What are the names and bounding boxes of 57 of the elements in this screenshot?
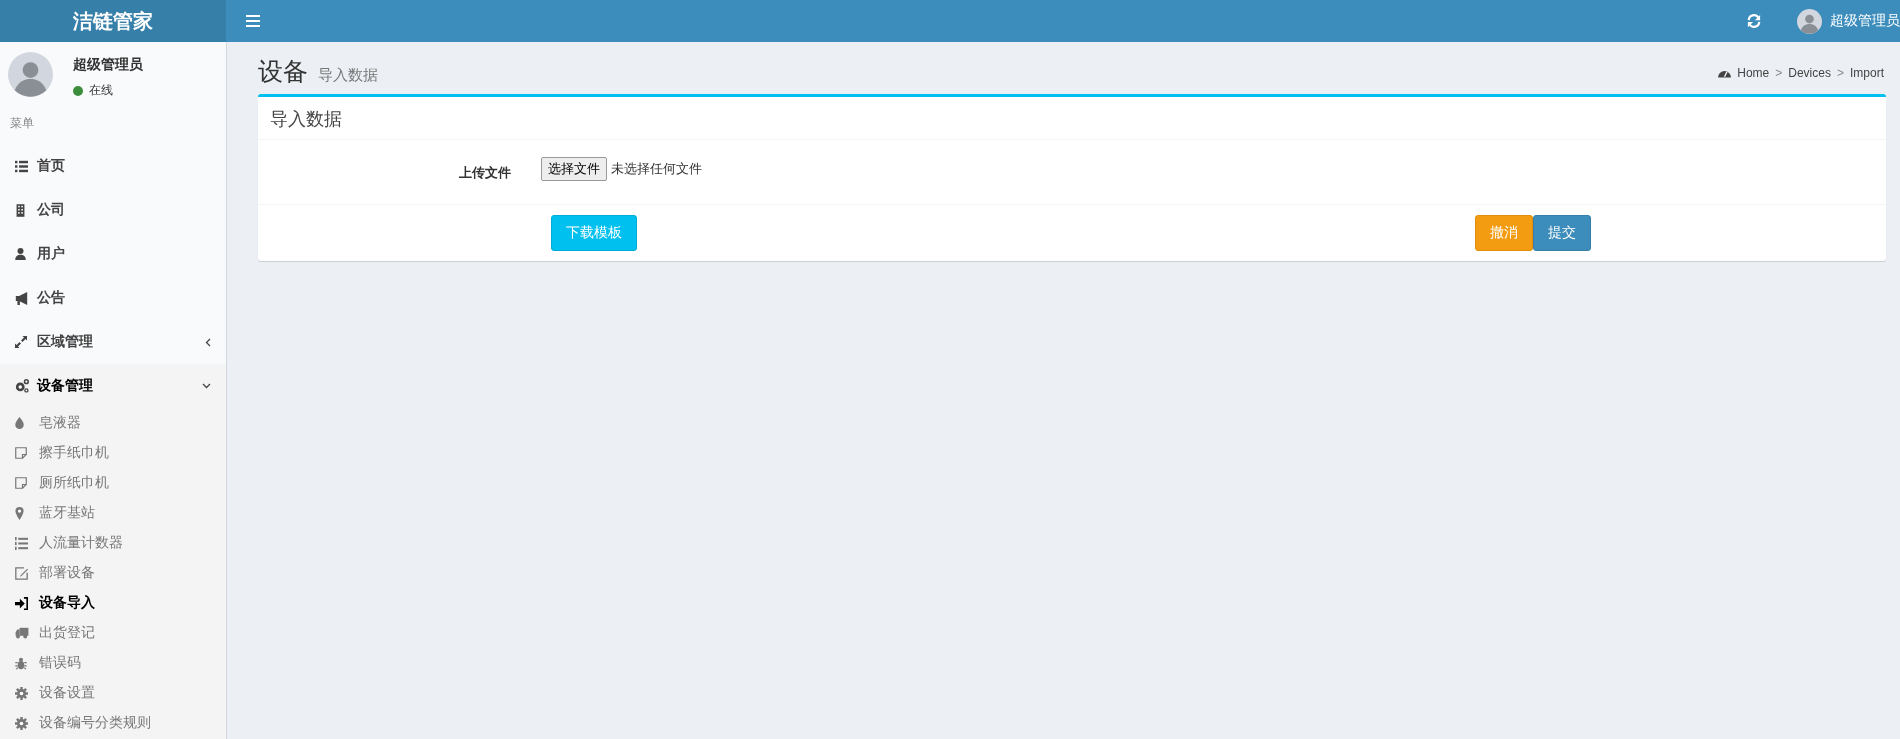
cancel-button[interactable]: 撤消 <box>1475 215 1533 251</box>
drop-icon <box>15 417 24 429</box>
note-icon <box>15 477 27 489</box>
menu-item[interactable]: 设备管理 <box>0 364 226 408</box>
menu-header: 菜单 <box>9 115 35 132</box>
gear-icon <box>15 686 28 700</box>
bug-icon <box>15 656 27 670</box>
breadcrumb-separator: > <box>1775 66 1783 80</box>
breadcrumb-separator: > <box>1836 66 1844 80</box>
user-avatar <box>1797 8 1822 34</box>
bullhorn-icon <box>15 291 28 305</box>
user-icon <box>15 248 26 260</box>
page-subtitle: 导入数据 <box>318 66 378 85</box>
truck-icon <box>15 627 29 639</box>
sign-in-icon <box>15 596 28 610</box>
menu-item[interactable]: 公司 <box>0 188 226 232</box>
menu-item[interactable]: 公告 <box>0 276 226 320</box>
edit-icon <box>15 566 28 580</box>
submit-button[interactable]: 提交 <box>1533 215 1591 251</box>
submenu-item[interactable]: 擦手纸巾机 <box>0 438 226 468</box>
building-icon <box>15 203 26 217</box>
numbered-list-icon <box>15 536 28 550</box>
status-text: 在线 <box>89 82 113 99</box>
menu-item[interactable]: 用户 <box>0 232 226 276</box>
submenu-item[interactable]: 错误码 <box>0 648 226 678</box>
submenu-item[interactable]: 设备导入 <box>0 588 226 618</box>
map-pin-icon <box>15 506 24 520</box>
file-status: 未选择任何文件 <box>611 160 702 178</box>
menu-item[interactable]: 区域管理 <box>0 320 226 364</box>
breadcrumb-link[interactable]: Home <box>1737 66 1770 80</box>
breadcrumb-current: Import <box>1850 66 1884 80</box>
submenu-item[interactable]: 设备设置 <box>0 678 226 708</box>
submenu-item[interactable]: 人流量计数器 <box>0 528 226 558</box>
gear-icon <box>15 716 28 730</box>
note-icon <box>15 447 27 459</box>
choose-file-button[interactable]: 选择文件 <box>541 157 607 181</box>
panel-title: 导入数据 <box>258 97 1886 140</box>
page-title: 设备 <box>258 56 308 87</box>
list-icon <box>15 159 28 173</box>
submenu-item[interactable]: 皂液器 <box>0 408 226 438</box>
submenu-item[interactable]: 蓝牙基站 <box>0 498 226 528</box>
submenu-item[interactable]: 厕所纸巾机 <box>0 468 226 498</box>
online-status-dot <box>73 85 83 96</box>
user-name: 超级管理员 <box>73 56 143 74</box>
gears-icon <box>15 379 29 393</box>
user-name[interactable]: 超级管理员 <box>1830 12 1900 30</box>
menu-item[interactable]: 首页 <box>0 144 226 188</box>
field-label: 上传文件 <box>458 164 511 182</box>
submenu-item[interactable]: 出货登记 <box>0 618 226 648</box>
breadcrumb-link[interactable]: Devices <box>1788 66 1831 80</box>
submenu-item[interactable]: 设备编号分类规则 <box>0 708 226 738</box>
user-avatar <box>8 52 53 97</box>
expand-icon <box>15 336 27 348</box>
submenu-item[interactable]: 部署设备 <box>0 558 226 588</box>
chevron-icon <box>202 383 211 389</box>
app-logo[interactable]: 洁链管家 <box>0 0 226 42</box>
chevron-icon <box>205 337 211 347</box>
